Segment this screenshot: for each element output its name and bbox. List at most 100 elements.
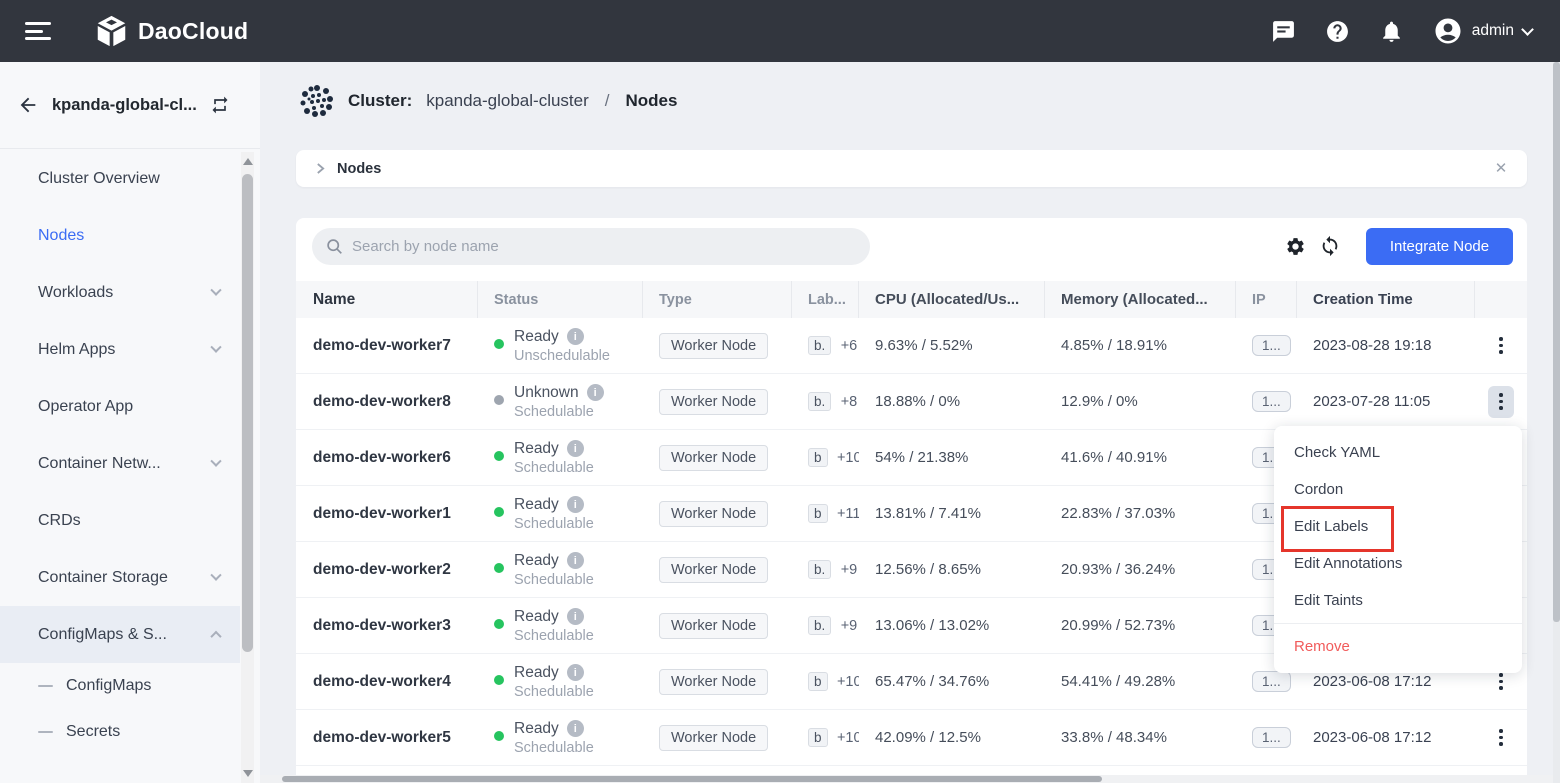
node-memory: 22.83% / 37.03% (1045, 505, 1236, 522)
info-icon[interactable] (567, 440, 584, 457)
sidebar-item[interactable]: ConfigMaps & S... (0, 606, 240, 663)
node-name[interactable]: demo-dev-worker8 (296, 393, 478, 411)
label-badge[interactable]: b (808, 504, 828, 523)
label-more-count[interactable]: +11 (837, 506, 859, 522)
label-more-count[interactable]: +8 (841, 394, 858, 410)
table-row[interactable]: demo-dev-worker5 Ready Schedulable Work (296, 710, 1527, 766)
node-type-cell: Worker Node (643, 669, 792, 695)
label-badge[interactable]: b. (808, 616, 831, 635)
switch-cluster-icon[interactable] (210, 95, 230, 115)
sidebar-item[interactable]: Operator App (0, 378, 240, 435)
label-more-count[interactable]: +10 (837, 450, 859, 466)
kebab-menu-icon[interactable] (1488, 722, 1514, 754)
column-header[interactable]: Creation Time (1297, 281, 1475, 318)
sidebar-item[interactable]: Workloads (0, 264, 240, 321)
column-header[interactable]: Type (643, 281, 792, 318)
scroll-down-icon[interactable] (243, 770, 253, 777)
context-menu-item[interactable]: Edit Labels (1274, 508, 1522, 545)
label-more-count[interactable]: +6 (841, 338, 858, 354)
search-box[interactable] (312, 228, 870, 265)
ip-badge[interactable]: 1... (1252, 335, 1291, 356)
info-icon[interactable] (587, 384, 604, 401)
info-icon[interactable] (567, 328, 584, 345)
node-memory: 54.41% / 49.28% (1045, 673, 1236, 690)
horizontal-scrollbar[interactable] (260, 775, 1560, 783)
search-input[interactable] (352, 238, 832, 255)
context-menu-item[interactable]: Cordon (1274, 471, 1522, 508)
label-more-count[interactable]: +9 (841, 562, 858, 578)
label-badge[interactable]: b. (808, 336, 831, 355)
info-icon[interactable] (567, 608, 584, 625)
vertical-scrollbar-thumb[interactable] (1553, 62, 1560, 622)
column-header[interactable]: Memory (Allocated... (1045, 281, 1236, 318)
close-icon[interactable]: ✕ (1491, 158, 1511, 178)
node-name[interactable]: demo-dev-worker2 (296, 561, 478, 579)
chat-icon[interactable] (1271, 18, 1297, 44)
table-row[interactable]: demo-dev-worker8 Unknown Schedulable Wo (296, 374, 1527, 430)
label-badge[interactable]: b (808, 448, 828, 467)
node-name[interactable]: demo-dev-worker5 (296, 729, 478, 747)
label-badge[interactable]: b. (808, 392, 831, 411)
table-row[interactable]: demo-dev-worker7 Ready Unschedulable Wo (296, 318, 1527, 374)
label-badge[interactable]: b (808, 728, 828, 747)
sidebar-item[interactable]: Container Netw... (0, 435, 240, 492)
label-more-count[interactable]: +9 (841, 618, 858, 634)
breadcrumb-cluster-name[interactable]: kpanda-global-cluster (426, 91, 589, 111)
integrate-node-button[interactable]: Integrate Node (1366, 228, 1513, 265)
column-header[interactable]: Name (296, 281, 478, 318)
info-icon[interactable] (567, 720, 584, 737)
info-icon[interactable] (567, 496, 584, 513)
gear-icon[interactable] (1284, 235, 1306, 257)
kebab-menu-icon[interactable] (1488, 386, 1514, 418)
vertical-scrollbar[interactable] (1553, 62, 1560, 783)
node-name[interactable]: demo-dev-worker3 (296, 617, 478, 635)
tab-nodes[interactable]: Nodes (337, 161, 381, 177)
column-header[interactable]: CPU (Allocated/Us... (859, 281, 1045, 318)
context-menu-item[interactable]: Edit Annotations (1274, 545, 1522, 582)
status-label: Unknown (514, 384, 579, 402)
bell-icon[interactable] (1379, 18, 1405, 44)
scrollbar-thumb[interactable] (242, 174, 253, 652)
node-cpu: 13.06% / 13.02% (859, 617, 1045, 634)
node-name[interactable]: demo-dev-worker1 (296, 505, 478, 523)
back-arrow-icon[interactable] (17, 94, 39, 116)
scroll-up-icon[interactable] (243, 158, 253, 165)
ip-badge[interactable]: 1... (1252, 727, 1291, 748)
column-header[interactable]: IP (1236, 281, 1297, 318)
sidebar-item[interactable]: Secrets (0, 709, 240, 755)
chevron-right-icon[interactable] (316, 162, 325, 175)
column-header[interactable] (1475, 281, 1527, 318)
ip-badge[interactable]: 1... (1252, 671, 1291, 692)
context-menu-item[interactable]: Check YAML (1274, 434, 1522, 471)
column-header[interactable]: Lab... (792, 281, 859, 318)
info-icon[interactable] (567, 664, 584, 681)
brand-logo[interactable]: DaoCloud (95, 15, 248, 48)
node-name[interactable]: demo-dev-worker6 (296, 449, 478, 467)
info-icon[interactable] (567, 552, 584, 569)
node-labels-cell: b +10 (792, 728, 859, 747)
menu-icon[interactable] (25, 22, 51, 40)
sidebar-item[interactable]: Container Storage (0, 549, 240, 606)
node-name[interactable]: demo-dev-worker4 (296, 673, 478, 691)
horizontal-scrollbar-thumb[interactable] (282, 776, 1102, 782)
sidebar-item[interactable]: CRDs (0, 492, 240, 549)
sidebar-item[interactable]: Nodes (0, 207, 240, 264)
ip-badge[interactable]: 1... (1252, 391, 1291, 412)
label-more-count[interactable]: +10 (837, 730, 859, 746)
sidebar-item[interactable]: Helm Apps (0, 321, 240, 378)
label-badge[interactable]: b. (808, 560, 831, 579)
context-menu-item[interactable]: Edit Taints (1274, 582, 1522, 619)
help-icon[interactable] (1325, 18, 1351, 44)
sidebar-cluster-name[interactable]: kpanda-global-cl... (52, 96, 197, 115)
kebab-menu-icon[interactable] (1488, 330, 1514, 362)
label-more-count[interactable]: +10 (837, 674, 859, 690)
sidebar-item[interactable]: ConfigMaps (0, 663, 240, 709)
user-menu[interactable]: admin (1433, 16, 1532, 46)
refresh-icon[interactable] (1319, 235, 1341, 257)
sidebar-item[interactable]: Cluster Overview (0, 150, 240, 207)
sidebar-scrollbar[interactable] (241, 152, 254, 783)
node-name[interactable]: demo-dev-worker7 (296, 337, 478, 355)
context-menu-item[interactable]: Remove (1274, 628, 1522, 665)
label-badge[interactable]: b (808, 672, 828, 691)
column-header[interactable]: Status (478, 281, 643, 318)
